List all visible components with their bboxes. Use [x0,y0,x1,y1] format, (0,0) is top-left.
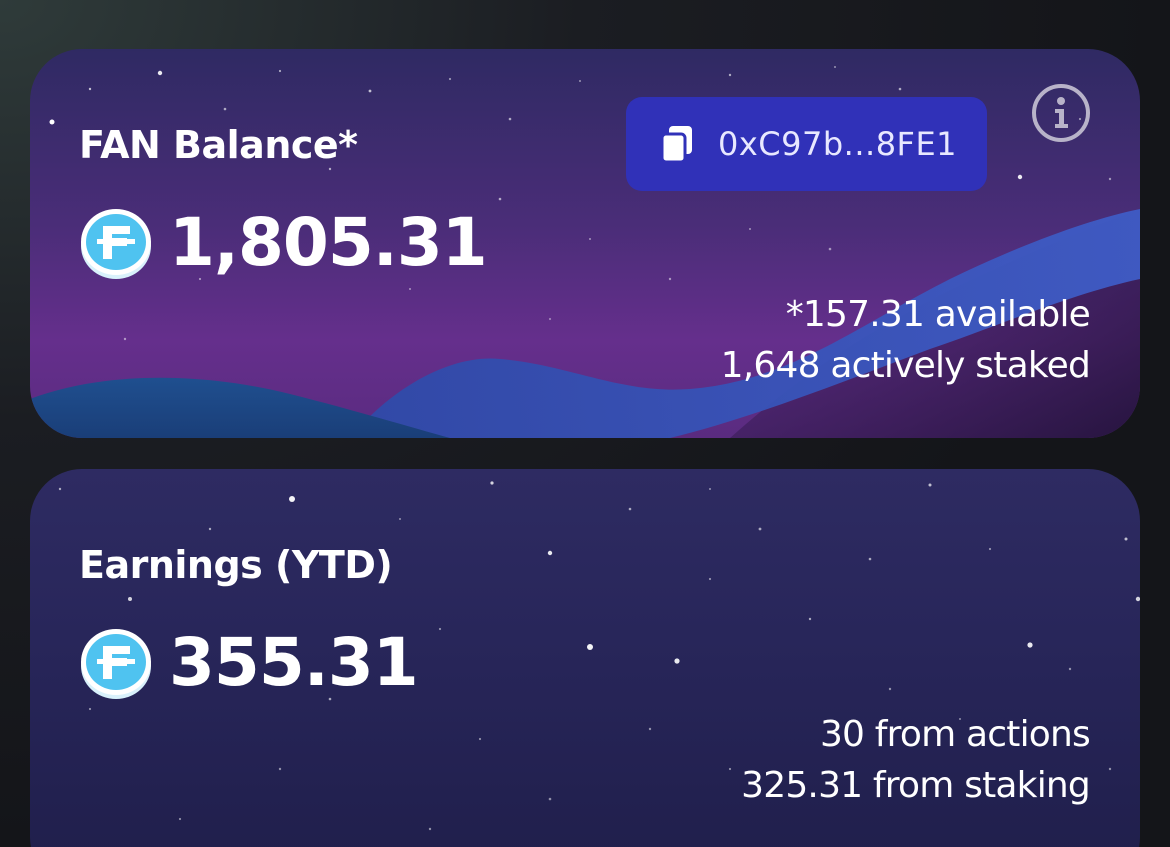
earnings-from-actions: 30 from actions [819,714,1091,755]
balance-amount-row: 1,805.31 [79,204,488,281]
wallet-screen: FAN Balance* 1,805.31 0xC97b...8FE1 *157… [0,0,1170,847]
earnings-from-staking: 325.31 from staking [741,765,1091,806]
info-icon[interactable] [1031,83,1091,143]
balance-card: FAN Balance* 1,805.31 0xC97b...8FE1 *157… [30,49,1140,438]
available-amount: *157.31 available [785,294,1091,335]
staked-amount: 1,648 actively staked [720,345,1091,386]
balance-title: FAN Balance* [79,123,358,167]
balance-breakdown: *157.31 available 1,648 actively staked [720,289,1091,391]
copy-address-button[interactable]: 0xC97b...8FE1 [626,97,987,191]
fan-token-icon [81,209,151,279]
earnings-title: Earnings (YTD) [79,543,393,587]
earnings-amount: 355.31 [169,624,419,701]
copy-icon [660,126,692,163]
earnings-amount-row: 355.31 [79,624,419,701]
earnings-breakdown: 30 from actions 325.31 from staking [741,709,1091,811]
earnings-card: Earnings (YTD) 355.31 30 from actions 32… [30,469,1140,847]
balance-amount: 1,805.31 [169,204,488,281]
fan-token-icon [81,629,151,699]
wallet-address: 0xC97b...8FE1 [718,125,958,163]
